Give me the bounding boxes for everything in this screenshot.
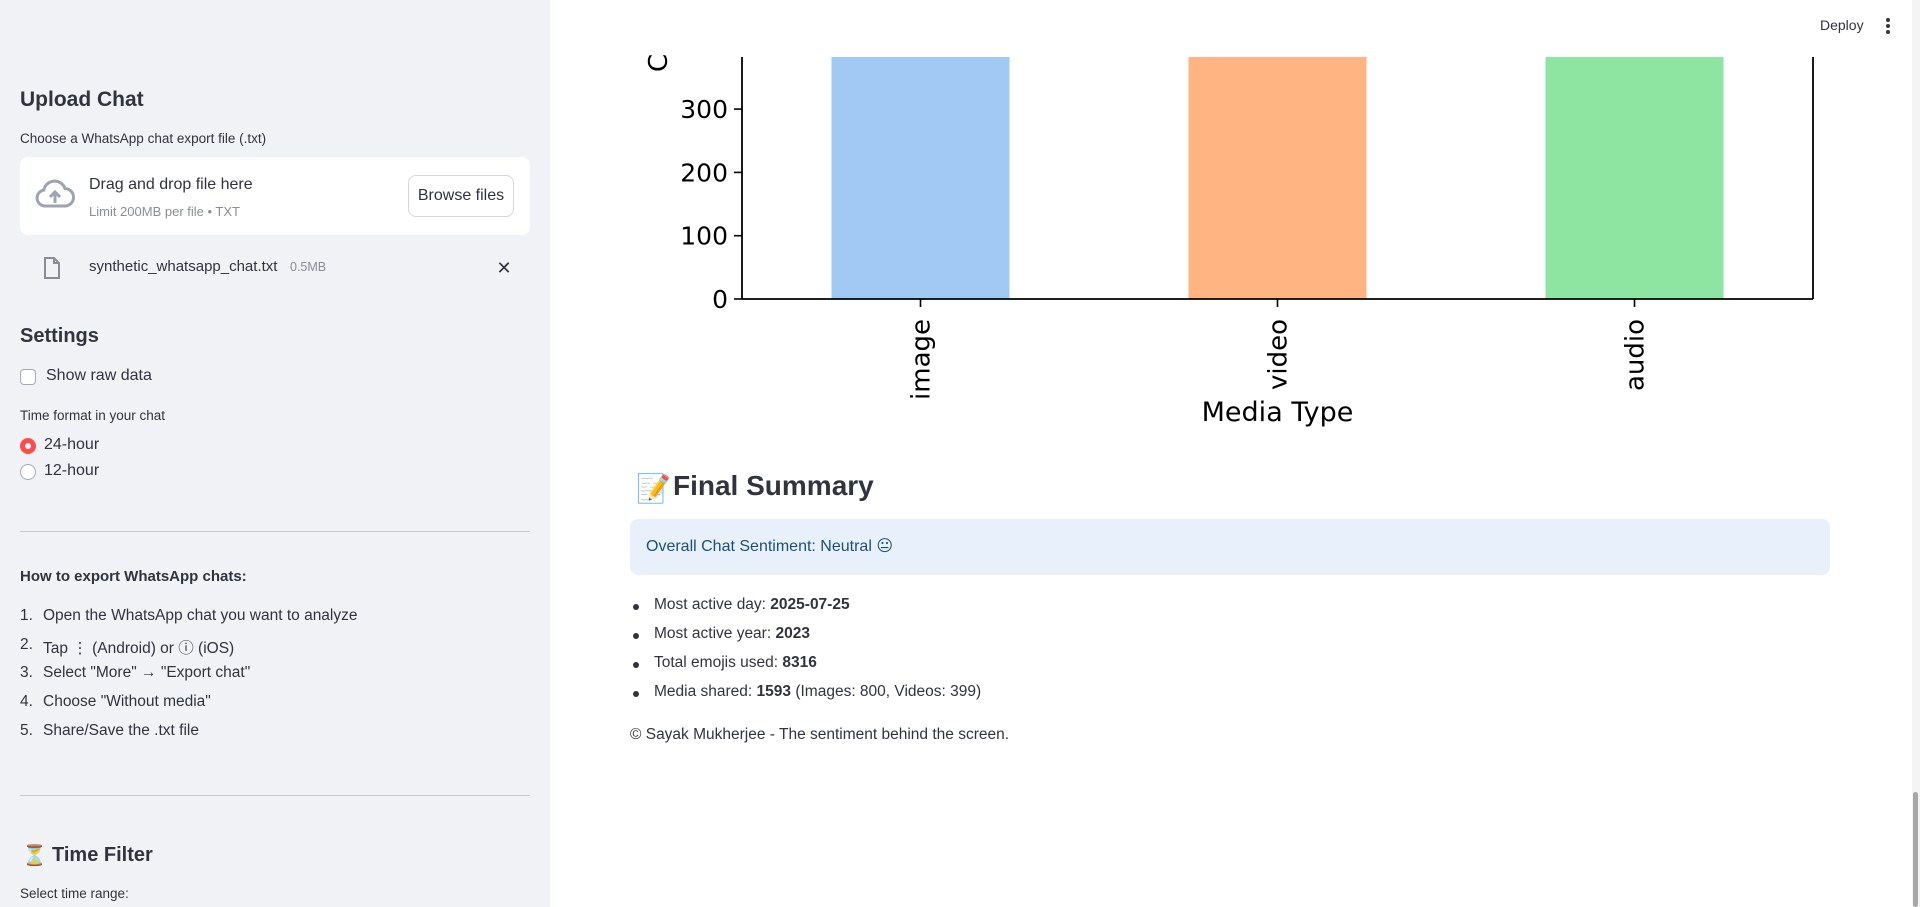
- list-item: 2. Tap ⋮ (Android) or ⓘ (iOS): [20, 635, 235, 657]
- footer-note: © Sayak Mukherjee - The sentiment behind…: [630, 726, 1010, 743]
- bar-image: [831, 57, 1010, 299]
- summary-title: Final Summary: [673, 470, 874, 501]
- list-item: 3. Select "More" → "Export chat": [20, 664, 251, 682]
- app-root: Upload Chat Choose a WhatsApp chat expor…: [0, 0, 1920, 907]
- hourglass-icon: ⏳: [22, 845, 47, 867]
- y-tick-label-0: 0: [712, 285, 728, 314]
- y-tick-label-200: 200: [680, 158, 728, 187]
- time-filter-heading: Time Filter: [52, 844, 153, 866]
- radio-selected-icon[interactable]: [20, 438, 36, 454]
- x-tick-label-image: image: [907, 319, 937, 400]
- list-item: Media shared: 1593 (Images: 800, Videos:…: [630, 683, 981, 712]
- y-tick-label-300: 300: [680, 95, 728, 124]
- sidebar-divider: [20, 531, 530, 532]
- list-item: Total emojis used: 8316: [630, 654, 981, 683]
- radio-unselected-icon[interactable]: [20, 464, 36, 480]
- list-item: 5. Share/Save the .txt file: [20, 721, 199, 739]
- radio-label-12-hour: 12-hour: [44, 462, 100, 479]
- time-range-label: Select time range:: [20, 886, 129, 901]
- memo-icon: 📝: [636, 473, 671, 504]
- scrollbar-thumb[interactable]: [1913, 792, 1918, 907]
- y-tick-label-100: 100: [680, 222, 728, 251]
- x-tick-label-video: video: [1264, 319, 1294, 390]
- list-item: Most active day: 2025-07-25: [630, 596, 981, 625]
- export-steps-list: 1. Open the WhatsApp chat you want to ana…: [20, 607, 530, 750]
- summary-list: Most active day: 2025-07-25 Most active …: [630, 596, 981, 712]
- x-axis-title: Media Type: [1202, 397, 1354, 428]
- x-tick-label-audio: audio: [1621, 319, 1651, 391]
- media-type-bar-chart: image video audio 0 100 200 300 Media Type C: [644, 54, 1814, 428]
- bar-audio: [1545, 57, 1724, 299]
- list-item: 4. Choose "Without media": [20, 693, 211, 711]
- list-item: Most active year: 2023: [630, 625, 981, 654]
- sentiment-text: Overall Chat Sentiment: Neutral 😐: [646, 538, 893, 555]
- sentiment-info-box: Overall Chat Sentiment: Neutral 😐: [630, 519, 1830, 575]
- bar-video: [1188, 57, 1367, 299]
- y-axis-title-fragment: C: [644, 54, 674, 72]
- scrollbar-track[interactable]: [1912, 0, 1920, 907]
- list-item: 1. Open the WhatsApp chat you want to ana…: [20, 607, 358, 624]
- export-heading: How to export WhatsApp chats:: [20, 568, 247, 585]
- sidebar-divider: [20, 795, 530, 796]
